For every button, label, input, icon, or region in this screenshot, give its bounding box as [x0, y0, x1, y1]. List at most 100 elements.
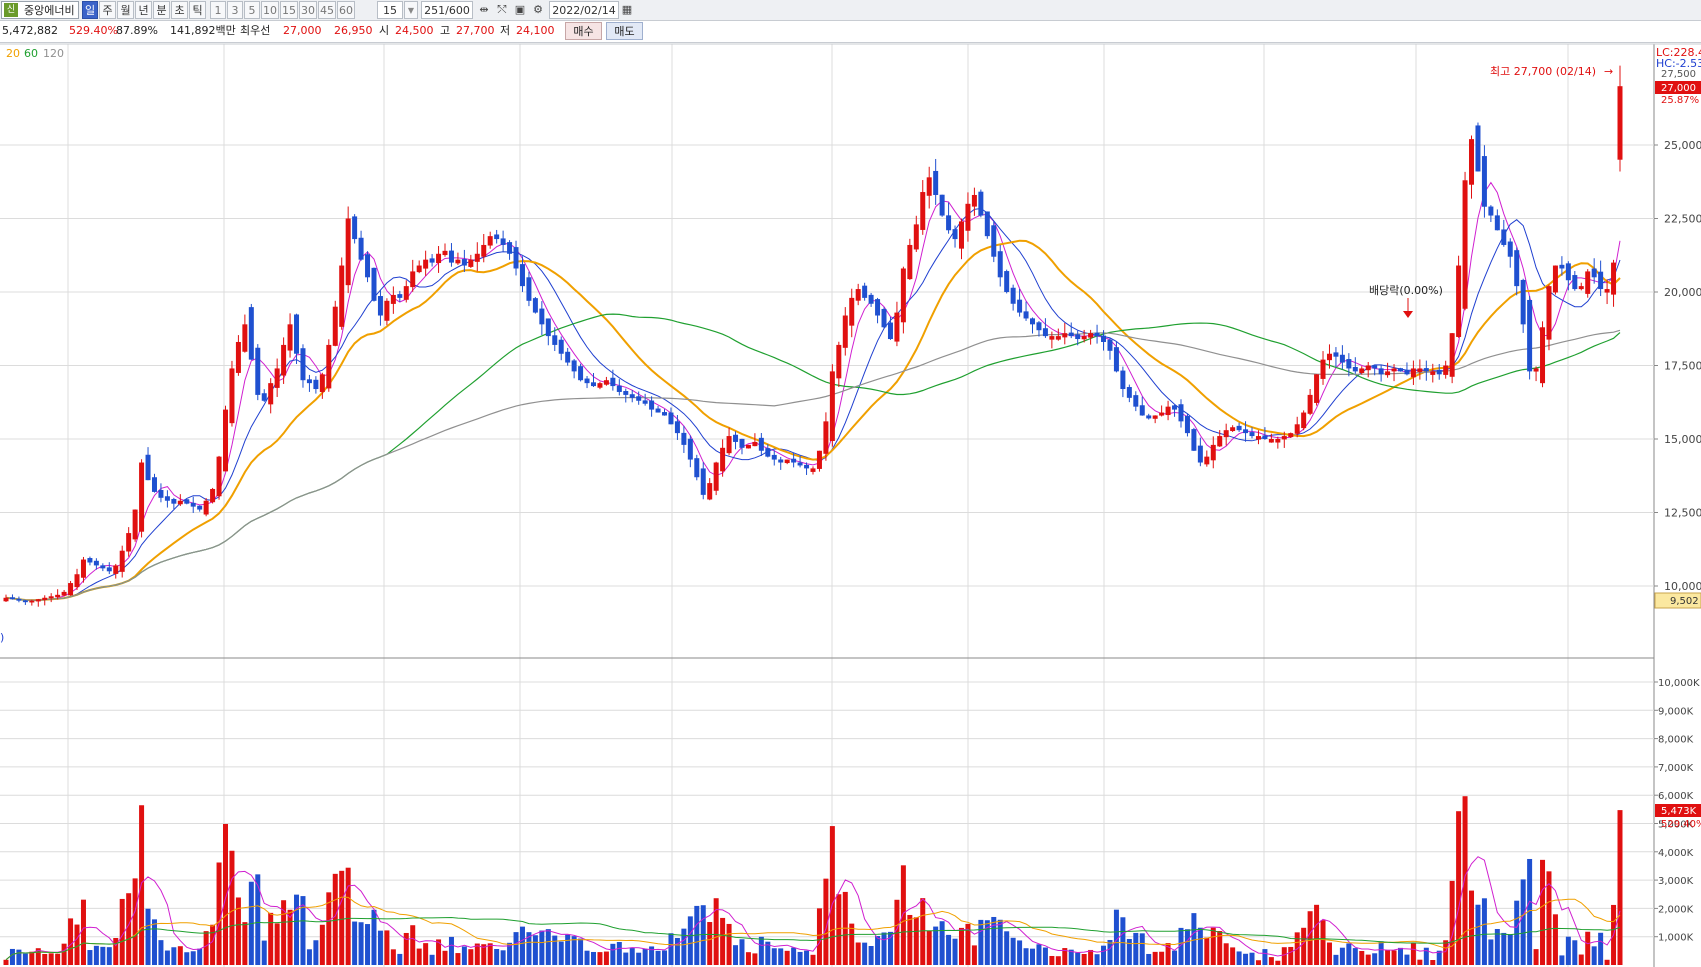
candle-body [1404, 370, 1410, 375]
volume-bar [1133, 932, 1139, 965]
candle-body [3, 597, 9, 602]
candle-body [1359, 368, 1365, 374]
price-axis: 10,000 12,500 15,000 17,500 20,000 22,500 25,0… [1654, 139, 1701, 593]
candle-body [1023, 311, 1029, 319]
candle-body [455, 259, 461, 264]
volume-bar [197, 948, 203, 965]
candle-body [216, 456, 222, 497]
candle-body [1081, 336, 1087, 340]
candle-body [810, 468, 816, 472]
volume-bar [545, 929, 551, 965]
candle-body [332, 306, 338, 346]
volume-bar [1288, 946, 1294, 965]
volume-bar [1120, 917, 1126, 965]
candle-body [1049, 336, 1055, 340]
candle-body [1165, 406, 1171, 416]
candle-body [487, 236, 493, 246]
volume-bar [145, 908, 151, 965]
candle-body [1449, 333, 1455, 377]
volume-bar [1275, 960, 1281, 965]
volume-bar [1113, 909, 1119, 965]
volume-bar [339, 870, 345, 965]
candle-body [223, 409, 229, 472]
volume-tick-label: 6,000K [1658, 791, 1694, 802]
candle-body [190, 502, 196, 507]
volume-bar [1139, 933, 1145, 965]
candle-body [268, 383, 274, 405]
volume-bar [1107, 939, 1113, 965]
volume-bar [1004, 931, 1010, 965]
volume-bar [603, 951, 609, 965]
volume-bar [1617, 810, 1623, 965]
volume-bar [500, 950, 506, 965]
volume-bar [210, 924, 216, 965]
ma20-legend: 20 [6, 47, 20, 60]
volume-bar [397, 953, 403, 965]
volume-bar [468, 949, 474, 965]
volume-bar [1152, 951, 1158, 965]
volume-bar [93, 945, 99, 965]
candle-body [1456, 265, 1462, 337]
high-marker-arrow: → [1604, 65, 1613, 78]
volume-bar [1533, 949, 1539, 965]
candle-body [681, 432, 687, 445]
volume-bar [655, 950, 661, 965]
candle-body [1565, 263, 1571, 281]
candle-body [1255, 436, 1261, 440]
candle-body [713, 462, 719, 491]
volume-bar [1481, 898, 1487, 965]
candle-body [1068, 332, 1074, 337]
volume-bar [1462, 796, 1468, 965]
volume-bar [739, 939, 745, 965]
volume-bar [429, 954, 435, 965]
candle-body [1604, 289, 1610, 293]
volume-bar [668, 933, 674, 965]
volume-bar [423, 943, 429, 965]
candle-body [294, 314, 300, 354]
volume-bar [1184, 929, 1190, 965]
volume-bar [1049, 955, 1055, 965]
candle-body [952, 229, 958, 240]
candle-body [1172, 405, 1178, 410]
candle-body [1133, 395, 1139, 407]
volume-bar [565, 934, 571, 965]
candle-body [1088, 333, 1094, 338]
candle-body [171, 499, 177, 504]
candle-body [1533, 368, 1539, 372]
volume-bar [1326, 942, 1332, 965]
candle-body [642, 400, 648, 404]
volume-bar [1507, 934, 1513, 965]
volume-bar [1520, 879, 1526, 965]
candle-body [771, 454, 777, 460]
candle-body [1578, 286, 1584, 290]
candle-body [235, 341, 241, 373]
candle-body [1288, 433, 1294, 438]
candle-body [1042, 328, 1048, 337]
volume-bar [390, 949, 396, 965]
volume-bar [1146, 953, 1152, 965]
volume-tick-label: 9,000K [1658, 706, 1694, 717]
candle-body [468, 259, 474, 267]
candle-body [352, 216, 358, 240]
volume-bar [1204, 937, 1210, 965]
candle-body [829, 371, 835, 441]
volume-bar [1081, 953, 1087, 965]
candle-body [1178, 404, 1184, 422]
candle-body [571, 360, 577, 372]
volume-bar [1585, 931, 1591, 965]
volume-bar [1346, 943, 1352, 965]
candle-body [313, 379, 319, 390]
volume-bar [1365, 954, 1371, 965]
volume-bar [1552, 914, 1558, 965]
candle-body [229, 368, 235, 424]
volume-bar [1501, 932, 1507, 965]
candle-body [1475, 125, 1481, 172]
candle-body [1481, 156, 1487, 207]
candle-body [933, 170, 939, 195]
volume-bar [1075, 952, 1081, 965]
volume-bar [294, 894, 300, 965]
candle-body [145, 454, 151, 481]
stock-chart[interactable]: 10,000 12,500 15,000 17,500 20,000 22,500 25,0… [0, 0, 1701, 967]
candle-body [1430, 371, 1436, 375]
volume-bar [610, 943, 616, 965]
